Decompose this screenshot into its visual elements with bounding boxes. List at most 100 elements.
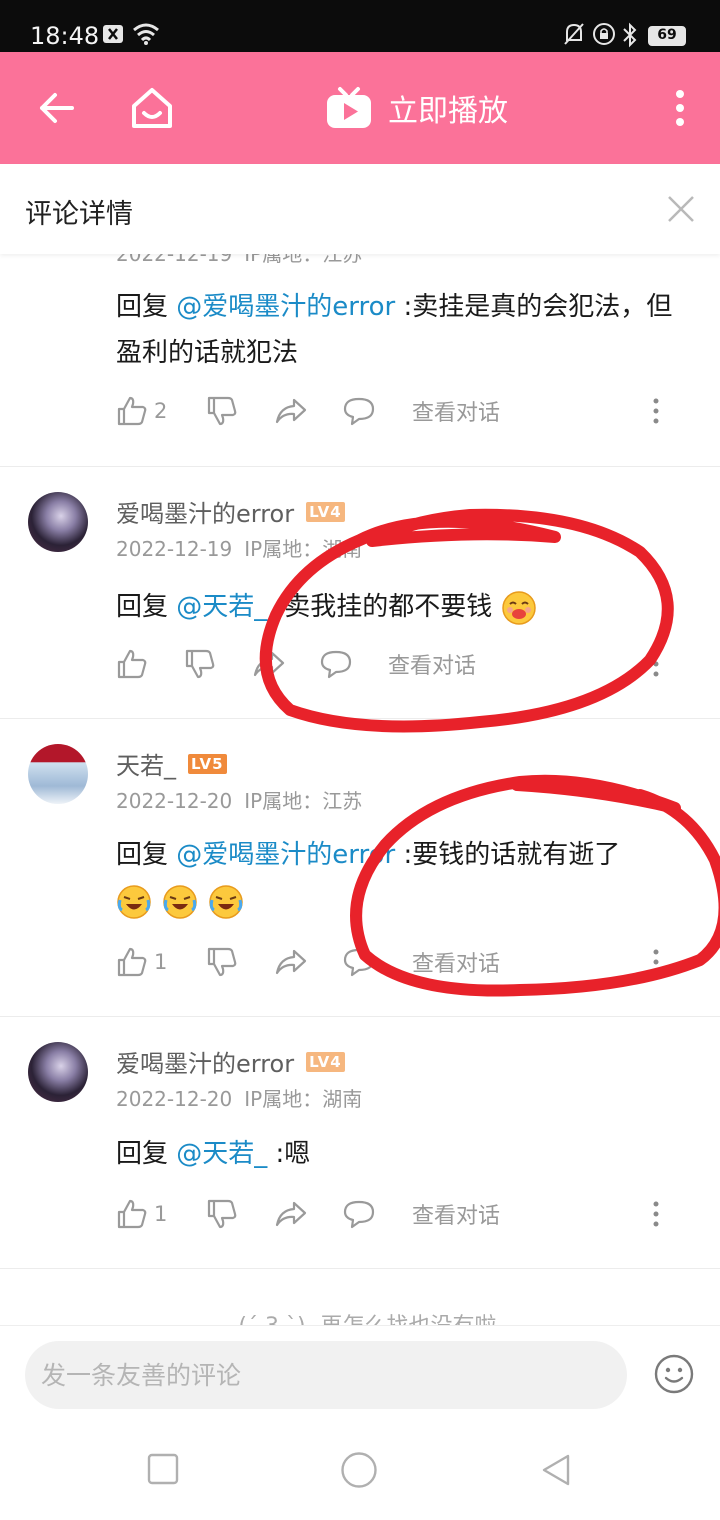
share-icon [275, 949, 307, 975]
comment-username[interactable]: 爱喝墨汁的error LV4 [116, 494, 345, 529]
more-vert-icon [676, 90, 684, 126]
comment-more-button[interactable] [640, 1194, 672, 1234]
back-button[interactable] [28, 80, 84, 136]
like-count: 1 [154, 1202, 168, 1226]
mention-link[interactable]: @天若_ [176, 592, 267, 622]
top-app-bar: 立即播放 [0, 52, 720, 164]
mention-link[interactable]: @爱喝墨汁的error [176, 840, 395, 870]
view-dialog-link[interactable]: 查看对话 [412, 391, 500, 431]
dislike-button[interactable] [206, 391, 238, 431]
comment-more-button[interactable] [640, 644, 672, 684]
emoji-laugh-cry-icon [163, 884, 197, 919]
like-count: 2 [154, 399, 168, 423]
view-dialog-link[interactable]: 查看对话 [388, 644, 476, 684]
emoji-laugh-cry-icon [117, 884, 151, 919]
more-vert-icon [653, 398, 659, 424]
close-icon[interactable] [666, 194, 696, 224]
mention-link[interactable]: @天若_ [176, 1139, 267, 1169]
dislike-icon [185, 649, 215, 679]
divider [0, 466, 720, 467]
comment-bubble-icon [343, 948, 375, 977]
comment-more-button[interactable] [640, 942, 672, 982]
battery-indicator: 69 [648, 26, 686, 46]
mute-bell-icon [564, 23, 584, 45]
comment-body: 回复 @天若_ :卖我挂的都不要钱 [116, 584, 686, 630]
sheet-header: 评论详情 [0, 164, 720, 254]
like-icon [117, 649, 147, 679]
more-vert-icon [653, 949, 659, 975]
emoji-drooling-icon [501, 590, 536, 625]
share-icon [275, 398, 307, 424]
lock-rotation-icon [593, 23, 615, 45]
status-bar: 18:48 69 [0, 0, 720, 52]
like-icon [117, 947, 147, 977]
comment-actions: 查看对话 [116, 644, 676, 684]
comment-meta: 2022-12-19 IP属地：湖南 [116, 537, 363, 561]
dislike-button[interactable] [184, 644, 216, 684]
comment-bubble-icon [320, 650, 352, 679]
level-badge: LV4 [306, 501, 345, 522]
recents-square-icon[interactable] [147, 1453, 179, 1485]
comment-body: 回复 @爱喝墨汁的error :要钱的话就有逝了 [116, 832, 686, 924]
reply-button[interactable] [342, 391, 376, 431]
comment-bubble-icon [343, 1200, 375, 1229]
like-icon [117, 396, 147, 426]
view-dialog-link[interactable]: 查看对话 [412, 942, 500, 982]
comment-bubble-icon [343, 397, 375, 426]
emoji-laugh-cry-icon [209, 884, 243, 919]
notification-x-icon [103, 25, 123, 43]
comment-more-button[interactable] [640, 391, 672, 431]
comment-username[interactable]: 天若_ LV5 [116, 746, 227, 781]
comment-meta: 2022-12-20 IP属地：江苏 [116, 789, 363, 813]
share-button[interactable] [274, 942, 308, 982]
divider [0, 1016, 720, 1017]
comment-meta: 2022-12-20 IP属地：湖南 [116, 1087, 363, 1111]
home-circle-icon[interactable] [340, 1451, 378, 1489]
mention-link[interactable]: @爱喝墨汁的error [176, 292, 395, 322]
home-icon [132, 88, 172, 128]
reply-button[interactable] [319, 644, 353, 684]
view-dialog-link[interactable]: 查看对话 [412, 1194, 500, 1234]
dislike-icon [207, 947, 237, 977]
dislike-icon [207, 396, 237, 426]
emoji-icon[interactable] [653, 1353, 695, 1395]
avatar[interactable] [28, 492, 88, 552]
like-button[interactable]: 1 [116, 942, 167, 982]
comment-username[interactable]: 爱喝墨汁的error LV4 [116, 1044, 345, 1079]
level-badge: LV5 [188, 753, 227, 774]
comment-body: 回复 @天若_ :嗯 [116, 1139, 311, 1169]
bluetooth-icon [623, 22, 637, 48]
comment-body: 回复 @爱喝墨汁的error :卖挂是真的会犯法，但盈利的话就犯法 [116, 292, 673, 368]
play-now-label: 立即播放 [388, 94, 508, 129]
comment-input[interactable] [25, 1341, 627, 1409]
system-nav-bar [0, 1425, 720, 1520]
dislike-button[interactable] [206, 1194, 238, 1234]
more-options-button[interactable] [652, 80, 708, 136]
avatar[interactable] [28, 744, 88, 804]
divider [0, 1268, 720, 1269]
back-triangle-icon[interactable] [540, 1453, 572, 1487]
comment-list[interactable]: 2022-12-19 IP属地：江苏 回复 @爱喝墨汁的error :卖挂是真的会… [0, 200, 720, 1325]
end-of-list-hint: - (´ 3 `) -再怎么找也没有啦 [0, 1308, 720, 1325]
more-vert-icon [653, 1201, 659, 1227]
reply-button[interactable] [342, 1194, 376, 1234]
avatar[interactable] [28, 1042, 88, 1102]
comment-actions: 1 查看对话 [116, 1194, 676, 1234]
like-button[interactable]: 1 [116, 1194, 167, 1234]
like-icon [117, 1199, 147, 1229]
like-button[interactable] [116, 644, 148, 684]
dislike-icon [207, 1199, 237, 1229]
share-button[interactable] [274, 391, 308, 431]
comment-actions: 1 查看对话 [116, 942, 676, 982]
like-button[interactable]: 2 [116, 391, 167, 431]
comment-input-bar [0, 1325, 720, 1425]
share-button[interactable] [252, 644, 286, 684]
play-now-button[interactable]: 立即播放 [324, 80, 508, 136]
dislike-button[interactable] [206, 942, 238, 982]
battery-level: 69 [657, 27, 677, 43]
share-icon [253, 651, 285, 677]
home-button[interactable] [124, 80, 180, 136]
share-button[interactable] [274, 1194, 308, 1234]
reply-button[interactable] [342, 942, 376, 982]
like-count: 1 [154, 950, 168, 974]
